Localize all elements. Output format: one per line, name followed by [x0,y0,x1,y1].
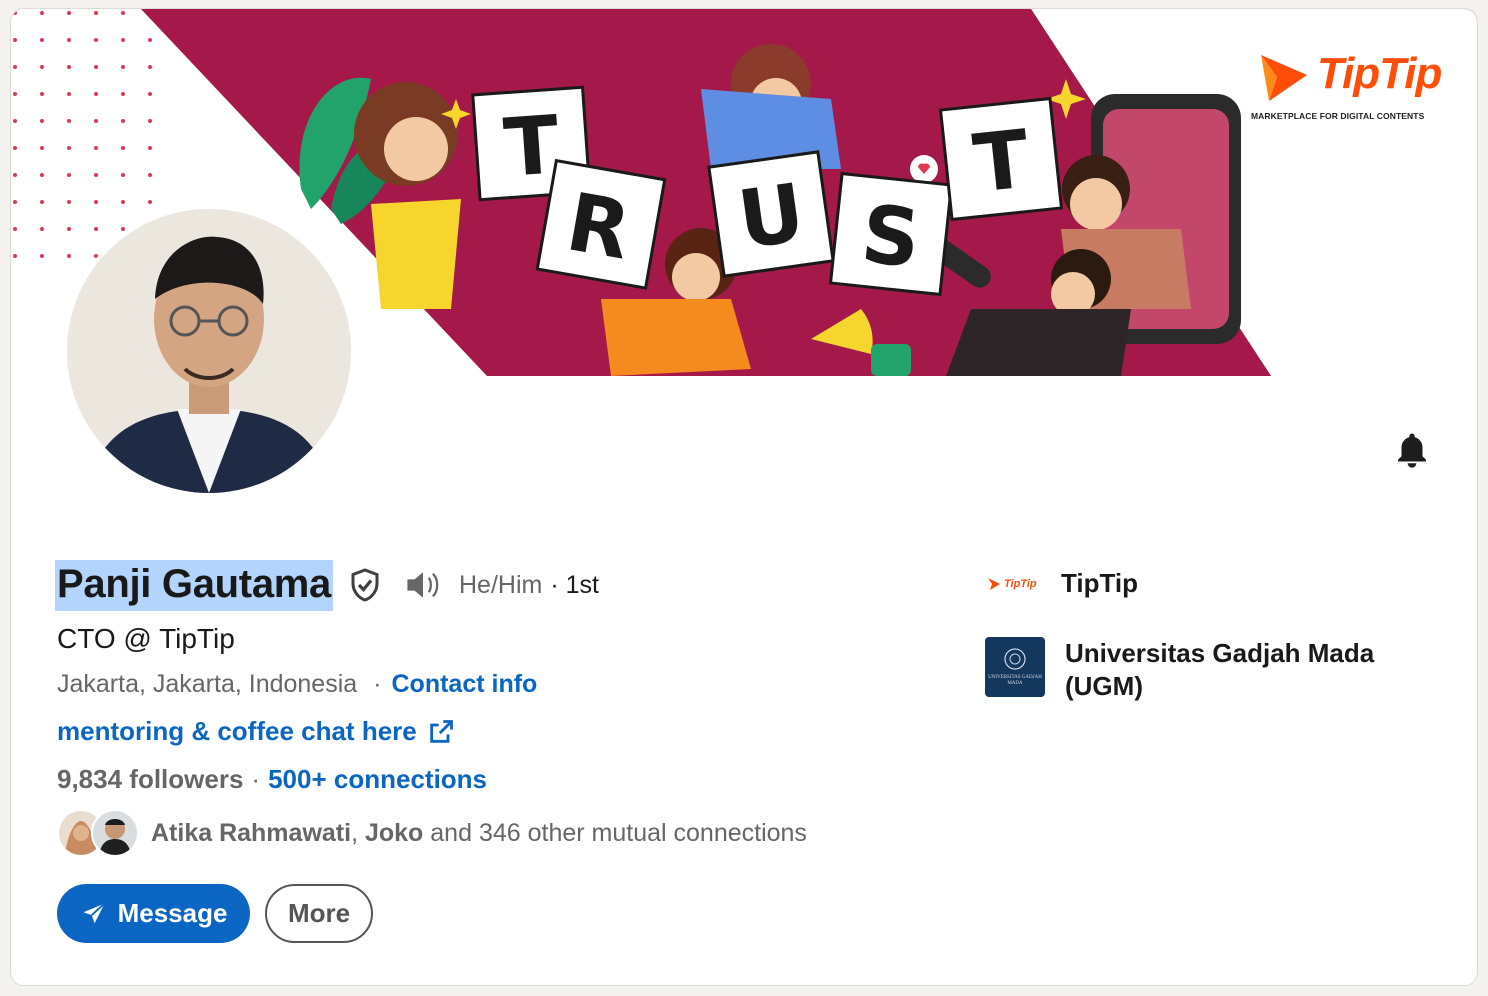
tiptip-brand-name: TipTip [1317,49,1442,98]
org-ugm[interactable]: UNIVERSITAS GADJAH MADA Universitas Gadj… [985,637,1405,703]
mutual-sep: , [351,818,359,847]
message-button-label: Message [117,898,228,928]
tiptip-tagline: MARKETPLACE FOR DIGITAL CONTENTS [1251,111,1425,121]
mutual-connections-text: Atika Rahmawati, Joko and 346 other mutu… [151,819,807,848]
send-icon [83,902,105,923]
more-button[interactable]: More [265,884,373,943]
followers-row: 9,834 followers · 500+ connections [57,764,487,795]
followers-separator: · [251,764,261,794]
bell-icon[interactable] [1391,430,1433,472]
tiptip-play-icon [1261,55,1307,101]
tiptip-logo-text: TipTip [1004,578,1037,590]
external-link[interactable]: mentoring & coffee chat here [57,716,455,747]
pronouns: He/Him [458,570,543,599]
name-row: Panji Gautama He/Him · 1st [55,556,599,614]
contact-separator: · [373,670,382,698]
profile-name: Panji Gautama [55,559,333,611]
location-row: Jakarta, Jakarta, Indonesia · Contact in… [57,670,537,699]
message-button[interactable]: Message [57,884,250,943]
ugm-logo: UNIVERSITAS GADJAH MADA [985,637,1045,697]
profile-card: T R U S T TipTip MARKETPLACE FOR DIGITAL… [10,8,1478,986]
banner-letter: T [969,112,1033,210]
tiptip-logo: TipTip [987,567,1041,601]
shield-check-icon[interactable] [347,566,383,604]
profile-location: Jakarta, Jakarta, Indonesia [57,670,358,698]
external-link-label: mentoring & coffee chat here [57,716,417,746]
org-name: Universitas Gadjah Mada (UGM) [1065,638,1375,701]
banner-letter: T [501,98,562,195]
followers-count: 9,834 followers [57,764,244,794]
mutual-avatar [91,809,139,857]
mutual-connections[interactable]: Atika Rahmawati, Joko and 346 other mutu… [57,809,807,857]
mutual-name-2: Joko [364,818,424,847]
mutual-rest: and 346 other mutual connections [430,818,807,847]
speaker-icon[interactable] [403,568,443,602]
ugm-logo-text: UNIVERSITAS GADJAH MADA [988,675,1042,686]
profile-avatar[interactable] [63,205,355,497]
banner-letter: U [733,166,810,267]
contact-info-link[interactable]: Contact info [392,670,538,699]
banner-letter: S [857,187,924,286]
connection-degree: · 1st [550,570,599,599]
org-name: TipTip [1061,568,1139,598]
connections-link[interactable]: 500+ connections [268,764,487,795]
external-link-icon [430,719,453,743]
mutual-name-1: Atika Rahmawati [151,818,352,847]
org-tiptip[interactable]: TipTip TipTip [987,567,1138,601]
profile-headline: CTO @ TipTip [57,623,235,654]
